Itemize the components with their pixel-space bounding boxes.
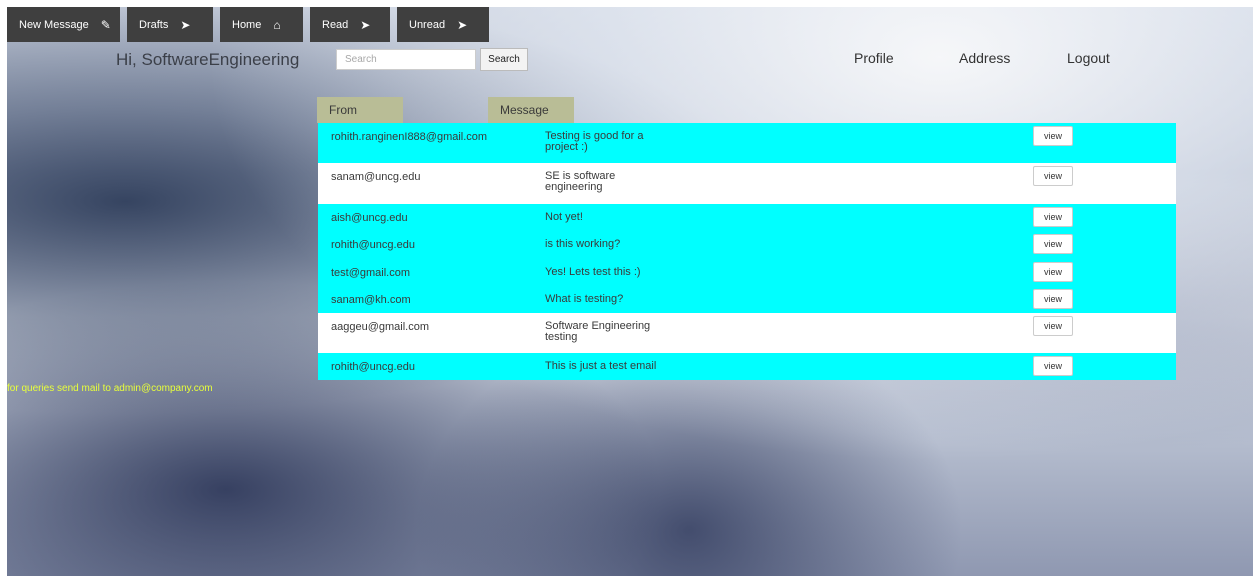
profile-link[interactable]: Profile xyxy=(854,50,894,66)
home-button[interactable]: Home ⌂ xyxy=(220,7,303,42)
row-from: aaggeu@gmail.com xyxy=(331,321,429,333)
table-row: test@gmail.com Yes! Lets test this :) vi… xyxy=(318,259,1176,286)
search-input[interactable] xyxy=(336,49,476,70)
row-from: test@gmail.com xyxy=(331,267,411,279)
row-from: sanam@kh.com xyxy=(331,294,411,306)
top-nav: New Message ✎ Drafts ➤ Home ⌂ Read ➤ Unr… xyxy=(7,7,496,42)
view-button[interactable]: view xyxy=(1033,126,1073,146)
row-message: This is just a test email xyxy=(545,360,657,372)
view-button[interactable]: view xyxy=(1033,234,1073,254)
table-row: aaggeu@gmail.com Software Engineering te… xyxy=(318,313,1176,353)
table-row: rohith@uncg.edu This is just a test emai… xyxy=(318,353,1176,380)
read-label: Read xyxy=(322,18,349,31)
search-button[interactable]: Search xyxy=(480,48,528,71)
view-button[interactable]: view xyxy=(1033,166,1073,186)
row-message: SE is software engineering xyxy=(545,170,616,193)
row-message: Software Engineering testing xyxy=(545,320,651,343)
paper-plane-icon: ➤ xyxy=(180,17,191,32)
view-button[interactable]: view xyxy=(1033,262,1073,282)
table-row: sanam@uncg.edu SE is software engineerin… xyxy=(318,163,1176,204)
row-message: Not yet! xyxy=(545,211,583,223)
row-message: Testing is good for a project :) xyxy=(545,130,644,153)
table-row: rohith@uncg.edu is this working? view xyxy=(318,231,1176,259)
paper-plane-icon: ➤ xyxy=(360,17,371,32)
view-button[interactable]: view xyxy=(1033,356,1073,376)
row-message: What is testing? xyxy=(545,293,624,305)
paper-plane-icon: ➤ xyxy=(457,17,468,32)
address-link[interactable]: Address xyxy=(959,50,1010,66)
row-from: aish@uncg.edu xyxy=(331,212,408,224)
drafts-button[interactable]: Drafts ➤ xyxy=(127,7,213,42)
table-row: sanam@kh.com What is testing? view xyxy=(318,286,1176,313)
pencil-icon: ✎ xyxy=(100,17,111,32)
message-table: rohith.ranginenI888@gmail.com Testing is… xyxy=(318,123,1176,380)
table-row: rohith.ranginenI888@gmail.com Testing is… xyxy=(318,123,1176,163)
table-row: aish@uncg.edu Not yet! view xyxy=(318,204,1176,231)
unread-button[interactable]: Unread ➤ xyxy=(397,7,489,42)
row-message: is this working? xyxy=(545,238,621,250)
new-message-button[interactable]: New Message ✎ xyxy=(7,7,120,42)
unread-label: Unread xyxy=(409,18,446,31)
support-email-note: for queries send mail to admin@company.c… xyxy=(7,383,213,394)
read-button[interactable]: Read ➤ xyxy=(310,7,390,42)
row-message: Yes! Lets test this :) xyxy=(545,266,641,278)
new-message-label: New Message xyxy=(19,18,89,31)
home-icon: ⌂ xyxy=(273,17,281,32)
home-label: Home xyxy=(232,18,262,31)
row-from: rohith.ranginenI888@gmail.com xyxy=(331,131,488,143)
view-button[interactable]: view xyxy=(1033,289,1073,309)
column-header-message: Message xyxy=(488,97,574,123)
greeting: Hi, SoftwareEngineering xyxy=(116,50,300,69)
row-from: rohith@uncg.edu xyxy=(331,361,415,373)
row-from: rohith@uncg.edu xyxy=(331,239,415,251)
view-button[interactable]: view xyxy=(1033,207,1073,227)
column-header-from: From xyxy=(317,97,403,123)
logout-link[interactable]: Logout xyxy=(1067,50,1110,66)
row-from: sanam@uncg.edu xyxy=(331,171,421,183)
drafts-label: Drafts xyxy=(139,18,169,31)
view-button[interactable]: view xyxy=(1033,316,1073,336)
